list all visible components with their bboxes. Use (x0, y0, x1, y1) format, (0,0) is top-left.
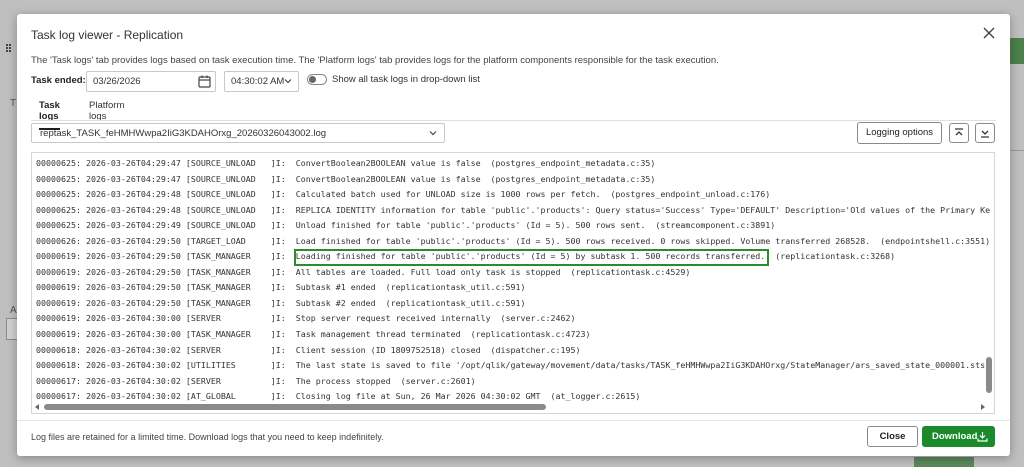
logging-options-button[interactable]: Logging options (857, 122, 942, 144)
horizontal-scroll-thumb[interactable] (44, 404, 546, 410)
log-line: 00000625: 2026-03-26T04:29:48 [SOURCE_UN… (36, 204, 991, 215)
scroll-top-icon (955, 128, 963, 136)
log-line: 00000625: 2026-03-26T04:29:49 [SOURCE_UN… (36, 220, 776, 231)
vertical-scroll-thumb[interactable] (986, 357, 992, 393)
download-label: Download (932, 431, 978, 442)
download-icon (977, 432, 988, 442)
show-all-label: Show all task logs in drop-down list (332, 74, 480, 85)
time-value: 04:30:02 AM (231, 76, 285, 87)
chevron-down-icon (284, 79, 292, 84)
log-line: 00000619: 2026-03-26T04:30:00 [SERVER ]I… (36, 313, 576, 324)
chevron-down-icon (429, 131, 437, 136)
date-input[interactable]: 03/26/2026 (86, 71, 216, 92)
scroll-to-top-button[interactable] (949, 123, 969, 143)
vertical-scrollbar[interactable] (986, 157, 992, 401)
date-value: 03/26/2026 (93, 76, 141, 87)
calendar-icon[interactable] (198, 75, 211, 88)
task-ended-label: Task ended: (31, 75, 86, 86)
log-line: 00000618: 2026-03-26T04:30:02 [SERVER ]I… (36, 344, 581, 355)
show-all-toggle[interactable] (307, 74, 327, 85)
scroll-bottom-icon (981, 130, 989, 138)
log-line: 00000619: 2026-03-26T04:29:50 [TASK_MANA… (36, 266, 691, 277)
time-select[interactable]: 04:30:02 AM (224, 71, 299, 92)
dialog-title: Task log viewer - Replication (31, 28, 184, 42)
log-line: 00000626: 2026-03-26T04:29:50 [TARGET_LO… (36, 235, 991, 246)
log-file-value: reptask_TASK_feHMHWwpa2IiG3KDAHOrxg_2026… (40, 128, 327, 139)
log-line: 00000625: 2026-03-26T04:29:47 [SOURCE_UN… (36, 173, 656, 184)
footer-divider (17, 420, 1010, 421)
download-button[interactable]: Download (922, 426, 995, 447)
log-line: 00000619: 2026-03-26T04:29:50 [TASK_MANA… (36, 297, 526, 308)
log-line: 00000618: 2026-03-26T04:30:02 [UTILITIES… (36, 360, 991, 371)
log-line: 00000625: 2026-03-26T04:29:47 [SOURCE_UN… (36, 158, 656, 168)
scroll-right-icon[interactable] (980, 404, 986, 410)
close-icon[interactable] (982, 26, 996, 40)
highlight-box (294, 249, 769, 266)
horizontal-scrollbar[interactable] (34, 403, 986, 411)
log-line: 00000619: 2026-03-26T04:29:50 [TASK_MANA… (36, 282, 526, 293)
log-lines: 00000625: 2026-03-26T04:29:47 [SOURCE_UN… (36, 156, 990, 405)
log-file-select[interactable]: reptask_TASK_feHMHWwpa2IiG3KDAHOrxg_2026… (31, 123, 445, 143)
task-log-viewer-dialog: Task log viewer - Replication The 'Task … (17, 14, 1010, 456)
dialog-description: The 'Task logs' tab provides logs based … (31, 55, 719, 66)
tabs-divider (31, 120, 996, 121)
scroll-left-icon[interactable] (34, 404, 40, 410)
log-line: 00000617: 2026-03-26T04:30:02 [SERVER ]I… (36, 375, 476, 386)
close-button[interactable]: Close (867, 426, 918, 447)
retention-note: Log files are retained for a limited tim… (31, 432, 384, 442)
log-line: 00000619: 2026-03-26T04:30:00 [TASK_MANA… (36, 329, 591, 340)
log-content-area[interactable]: 00000625: 2026-03-26T04:29:47 [SOURCE_UN… (31, 152, 995, 414)
log-line: 00000625: 2026-03-26T04:29:48 [SOURCE_UN… (36, 189, 771, 200)
scroll-to-bottom-button[interactable] (975, 123, 995, 143)
